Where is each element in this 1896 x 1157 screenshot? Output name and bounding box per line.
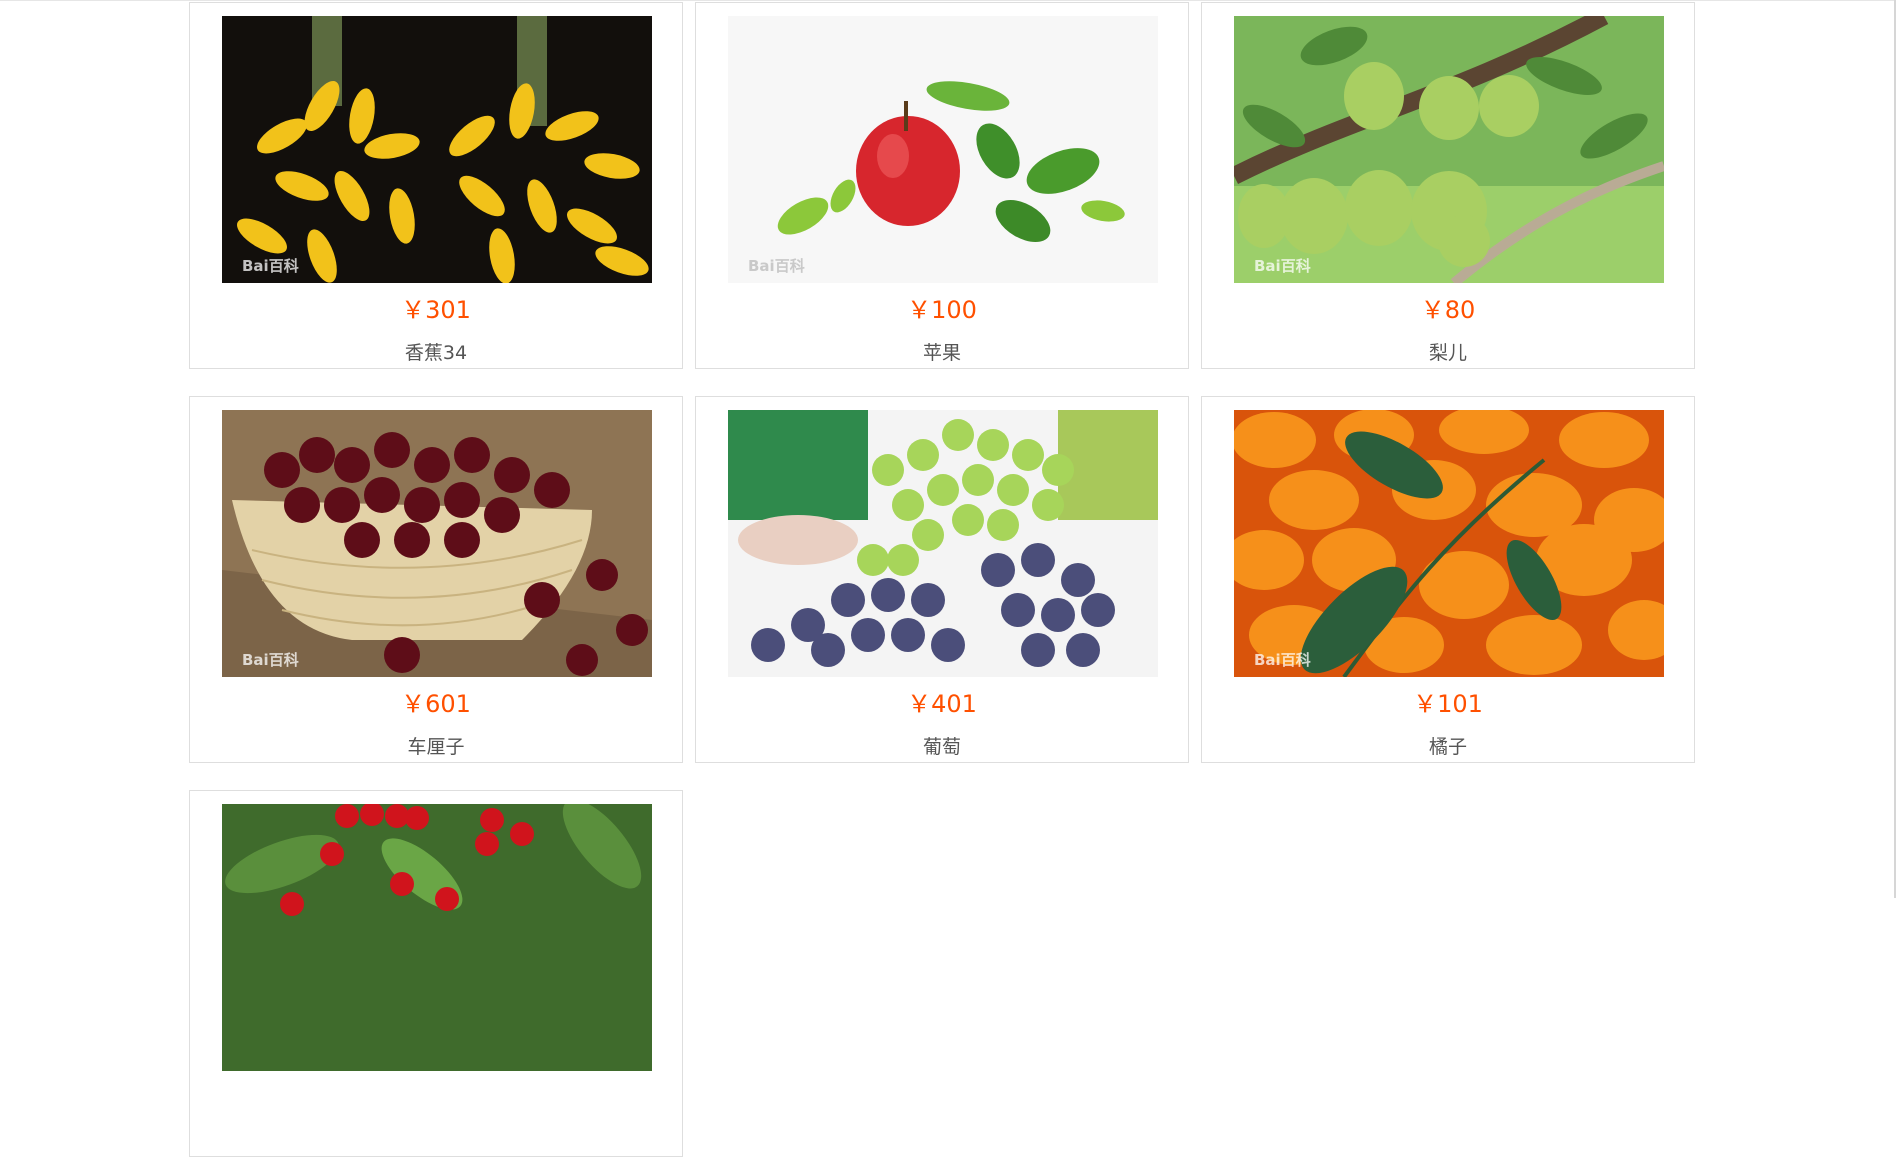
top-divider (0, 0, 1896, 1)
product-image-cherry-tree[interactable] (222, 804, 652, 1071)
svg-text:Bai百科: Bai百科 (242, 257, 299, 275)
product-image-orange[interactable]: Bai百科 (1234, 410, 1664, 677)
product-price: ￥100 (907, 296, 977, 324)
product-card-banana[interactable]: Bai百科 ￥301 香蕉34 (189, 2, 683, 369)
product-card-cherry[interactable]: Bai百科 ￥601 车厘子 (189, 396, 683, 763)
product-name[interactable]: 梨儿 (1202, 341, 1694, 365)
product-image-pear[interactable]: Bai百科 (1234, 16, 1664, 283)
product-price: ￥80 (1420, 296, 1476, 324)
product-card-orange[interactable]: Bai百科 ￥101 橘子 (1201, 396, 1695, 763)
product-image-apple[interactable]: Bai百科 (728, 16, 1158, 283)
svg-text:Bai百科: Bai百科 (242, 651, 299, 669)
product-name[interactable]: 车厘子 (190, 735, 682, 759)
product-card-apple[interactable]: Bai百科 ￥100 苹果 (695, 2, 1189, 369)
product-image-cherry[interactable]: Bai百科 (222, 410, 652, 677)
product-name[interactable]: 葡萄 (696, 735, 1188, 759)
product-card-pear[interactable]: Bai百科 ￥80 梨儿 (1201, 2, 1695, 369)
product-name[interactable]: 香蕉34 (190, 341, 682, 365)
product-price: ￥101 (1413, 690, 1483, 718)
product-price: ￥601 (401, 690, 471, 718)
svg-text:Bai百科: Bai百科 (1254, 257, 1311, 275)
product-price: ￥301 (401, 296, 471, 324)
product-name[interactable]: 苹果 (696, 341, 1188, 365)
product-image-grape[interactable] (728, 410, 1158, 677)
svg-text:Bai百科: Bai百科 (1254, 651, 1311, 669)
product-price: ￥401 (907, 690, 977, 718)
svg-text:Bai百科: Bai百科 (748, 257, 805, 275)
product-card-cherry-tree[interactable] (189, 790, 683, 1157)
product-card-grape[interactable]: ￥401 葡萄 (695, 396, 1189, 763)
product-name[interactable]: 橘子 (1202, 735, 1694, 759)
product-image-banana[interactable]: Bai百科 (222, 16, 652, 283)
